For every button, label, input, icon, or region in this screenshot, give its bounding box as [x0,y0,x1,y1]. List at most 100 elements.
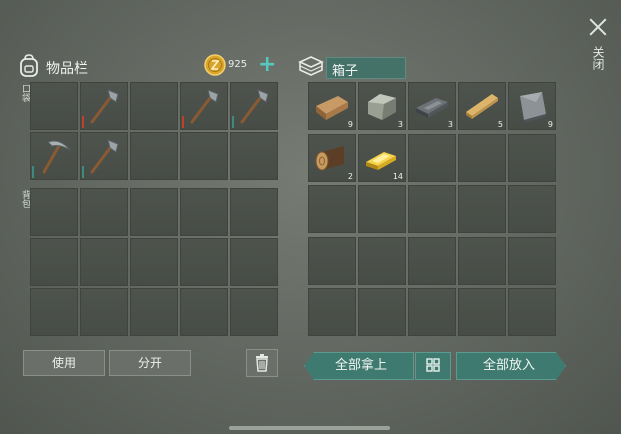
box-slot[interactable] [508,236,556,285]
backpack-grid [30,188,278,336]
log-icon [312,138,352,182]
pocket-label: 口袋 [20,84,30,102]
item-count: 3 [397,120,403,129]
box-slot[interactable]: 5 [458,82,506,130]
backpack-slot[interactable] [230,188,278,236]
box-slot[interactable] [508,133,556,182]
home-indicator [229,426,390,430]
durability-bar [82,166,84,178]
durability-bar [82,116,84,128]
pocket-slot[interactable] [30,82,78,130]
box-slot[interactable] [458,288,506,337]
add-coins-button[interactable]: + [258,52,276,77]
put-all-button[interactable]: 全部放入 [456,352,566,380]
hatchet-icon [234,86,274,130]
pocket-slot[interactable] [80,82,128,130]
backpack-slot[interactable] [180,188,228,236]
backpack-slot[interactable] [30,288,78,336]
backpack-icon [20,54,38,77]
backpack-slot[interactable] [30,238,78,286]
box-slot[interactable] [408,288,456,337]
trash-button[interactable] [246,349,278,377]
box-header: 箱子 [298,52,408,82]
pocket-grid [30,82,278,180]
durability-bar [182,116,184,128]
durability-bar [32,166,34,178]
item-count: 9 [347,120,353,129]
box-slot[interactable] [458,236,506,285]
board-icon [462,86,502,130]
backpack-slot[interactable] [130,188,178,236]
backpack-slot[interactable] [180,238,228,286]
box-slot[interactable]: 9 [508,82,556,130]
box-grid: 9 3 3 5 9 2 14 [308,82,556,338]
box-slot[interactable] [508,185,556,234]
pocket-slot[interactable] [230,82,278,130]
pocket-slot[interactable] [80,132,128,180]
backpack-label: 背包 [20,190,30,208]
box-slot[interactable] [358,288,406,337]
pocket-slot[interactable] [30,132,78,180]
iron-ingot-icon [412,86,452,130]
durability-bar [232,116,234,128]
item-count: 14 [392,171,403,181]
grid-sort-icon [426,358,440,372]
backpack-slot[interactable] [80,238,128,286]
pocket-slot[interactable] [180,82,228,130]
stone-icon [362,86,402,130]
box-slot[interactable]: 2 [308,133,356,182]
use-button[interactable]: 使用 [23,350,105,376]
backpack-slot[interactable] [130,288,178,336]
backpack-slot[interactable] [180,288,228,336]
hatchet-icon [184,86,224,130]
sort-button[interactable] [415,352,451,380]
backpack-slot[interactable] [80,188,128,236]
hatchet-icon [84,86,124,130]
box-slot[interactable] [508,288,556,337]
inventory-title: 物品栏 [46,61,88,77]
close-icon[interactable] [587,16,609,38]
metal-plate-icon [512,86,552,130]
box-slot[interactable]: 3 [358,82,406,130]
backpack-slot[interactable] [80,288,128,336]
pickaxe-icon [34,136,74,180]
pocket-slot[interactable] [180,132,228,180]
box-slot[interactable]: 9 [308,82,356,130]
trash-icon [256,354,268,372]
wood-plank-icon [312,86,352,130]
split-button[interactable]: 分开 [109,350,191,376]
box-title-field: 箱子 [326,57,406,79]
box-slot[interactable] [408,236,456,285]
box-slot[interactable] [308,288,356,337]
coin-icon [204,54,226,76]
box-slot[interactable]: 14 [358,133,406,182]
item-count: 9 [547,120,553,129]
close-label: 关闭 [591,46,605,70]
inventory-header: 物品栏 925 + [18,52,280,82]
hatchet-icon [84,136,124,180]
pocket-slot[interactable] [230,132,278,180]
box-slot[interactable] [358,236,406,285]
box-slot[interactable] [308,185,356,234]
box-slot[interactable] [358,185,406,234]
box-slot[interactable] [408,185,456,234]
take-all-button[interactable]: 全部拿上 [304,352,414,380]
box-slot[interactable] [308,236,356,285]
backpack-slot[interactable] [230,288,278,336]
backpack-slot[interactable] [230,238,278,286]
close-button[interactable]: 关闭 [584,14,612,84]
box-slot[interactable] [458,185,506,234]
backpack-slot[interactable] [130,238,178,286]
backpack-slot[interactable] [30,188,78,236]
coin-count: 925 [228,59,248,70]
box-slot[interactable] [408,133,456,182]
pocket-slot[interactable] [130,82,178,130]
item-count: 5 [497,120,503,129]
item-count: 3 [447,120,453,129]
pocket-slot[interactable] [130,132,178,180]
item-count: 2 [347,171,353,181]
box-icon [298,56,324,76]
box-slot[interactable]: 3 [408,82,456,130]
box-title: 箱子 [332,64,359,79]
box-slot[interactable] [458,133,506,182]
